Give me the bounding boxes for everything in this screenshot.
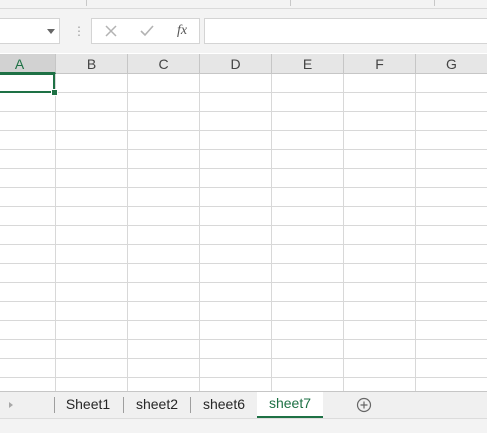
ribbon-edge	[0, 0, 487, 9]
column-header-f[interactable]: F	[344, 54, 416, 73]
gridline	[0, 320, 487, 321]
column-header-b[interactable]: B	[56, 54, 128, 73]
column-header-e[interactable]: E	[272, 54, 344, 73]
column-header-d[interactable]: D	[200, 54, 272, 73]
name-box[interactable]	[0, 18, 60, 44]
gridline	[0, 111, 487, 112]
gridline	[0, 377, 487, 378]
tab-separator	[123, 397, 124, 413]
fx-icon[interactable]: fx	[167, 19, 197, 43]
formula-bar: ⋮ fx	[0, 9, 487, 53]
gridline	[0, 187, 487, 188]
gridline	[55, 74, 56, 391]
gridline	[0, 149, 487, 150]
gridline	[0, 92, 487, 93]
gridline	[0, 244, 487, 245]
sheet-tab-bar: Sheet1 sheet2 sheet6 sheet7	[0, 391, 487, 418]
ribbon-separator	[434, 0, 435, 6]
tab-sheet7[interactable]: sheet7	[257, 392, 323, 418]
plus-circle-icon[interactable]	[356, 397, 372, 413]
scroll-right-arrow-icon[interactable]	[9, 402, 13, 408]
tab-sheet2[interactable]: sheet2	[126, 392, 188, 417]
chevron-down-icon[interactable]	[47, 29, 55, 34]
formula-input[interactable]	[204, 18, 487, 44]
ribbon-separator	[290, 0, 291, 6]
status-bar	[0, 418, 487, 433]
column-header-a[interactable]: A	[0, 54, 56, 74]
gridline	[199, 74, 200, 391]
column-header-row: A B C D E F G	[0, 54, 487, 74]
gridline	[0, 130, 487, 131]
gridline	[127, 74, 128, 391]
gridline	[271, 74, 272, 391]
gridline	[0, 282, 487, 283]
formula-buttons: fx	[91, 18, 200, 44]
spreadsheet-window: ⋮ fx A B C D E F G Sheet1 sheet2 sheet6 …	[0, 0, 487, 433]
gridline	[0, 301, 487, 302]
column-header-c[interactable]: C	[128, 54, 200, 73]
gridline	[0, 206, 487, 207]
fx-label: fx	[176, 23, 188, 38]
gridline	[343, 74, 344, 391]
cell-area[interactable]	[0, 74, 487, 391]
check-icon[interactable]	[132, 19, 162, 43]
gridline	[415, 74, 416, 391]
worksheet-grid[interactable]: A B C D E F G	[0, 54, 487, 391]
fill-handle[interactable]	[51, 89, 58, 96]
ribbon-separator	[86, 0, 87, 6]
gridline	[0, 168, 487, 169]
tab-separator	[190, 397, 191, 413]
tab-sheet6[interactable]: sheet6	[193, 392, 255, 417]
close-icon[interactable]	[96, 19, 126, 43]
gridline	[0, 358, 487, 359]
gridline	[0, 263, 487, 264]
tab-separator	[54, 397, 55, 413]
gridline	[0, 225, 487, 226]
active-cell-selection[interactable]	[0, 73, 55, 93]
tab-sheet1[interactable]: Sheet1	[56, 392, 120, 417]
column-header-g[interactable]: G	[416, 54, 487, 73]
drag-handle-icon[interactable]: ⋮	[73, 23, 85, 39]
gridline	[0, 339, 487, 340]
